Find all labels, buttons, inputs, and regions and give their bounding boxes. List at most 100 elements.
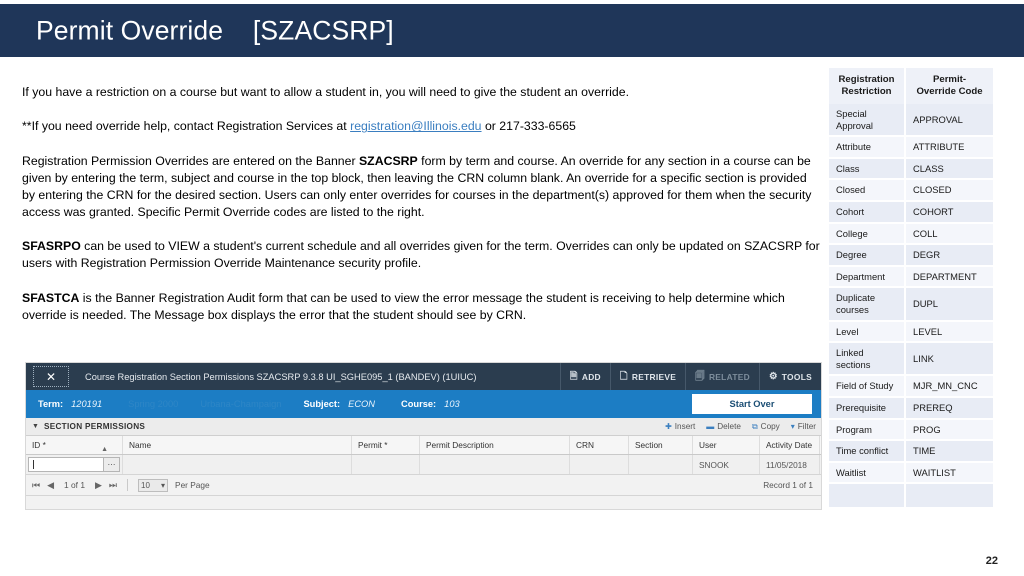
section-permissions-header[interactable]: ▼ SECTION PERMISSIONS ✚ Insert ▬ Delete … bbox=[26, 418, 821, 436]
grid-column-permit[interactable]: Permit * bbox=[352, 436, 420, 454]
table-header-row: Registration Restriction Permit- Overrid… bbox=[829, 68, 993, 104]
body-copy: If you have a restriction on a course bu… bbox=[22, 84, 822, 222]
table-row: College COLL bbox=[829, 222, 993, 246]
grid-column-section[interactable]: Section bbox=[629, 436, 693, 454]
grid-column-id[interactable]: ID * ▲ bbox=[26, 436, 123, 454]
per-page-select[interactable]: 10 ▾ bbox=[138, 478, 169, 492]
related-icon: 🗐 bbox=[695, 370, 705, 382]
per-page-value: 10 bbox=[141, 480, 150, 490]
column-header-code-line1: Permit- bbox=[932, 74, 967, 85]
gear-icon: ⚙ bbox=[768, 371, 778, 382]
cell-code: PREREQ bbox=[905, 396, 993, 420]
grid-column-name[interactable]: Name bbox=[123, 436, 352, 454]
id-input[interactable]: ⋯ bbox=[28, 457, 120, 472]
grid-pager: ⏮ ◀ 1 of 1 ▶ ⏭ 10 ▾ Per Page Record 1 of… bbox=[26, 475, 821, 496]
grid-column-crn[interactable]: CRN bbox=[570, 436, 629, 454]
course-value[interactable]: 103 bbox=[444, 399, 460, 409]
cell-code: WAITLIST bbox=[905, 461, 993, 485]
last-page-icon[interactable]: ⏭ bbox=[109, 480, 117, 491]
szacsrp-bold: SZACSRP bbox=[358, 153, 418, 168]
page-indicator: 1 of 1 bbox=[64, 480, 85, 490]
paragraph-overrides: Registration Permission Overrides are en… bbox=[22, 153, 822, 222]
grid-data-row[interactable]: ⋯ SNOOK 11/05/2018 bbox=[26, 455, 821, 475]
cell-restriction: Waitlist bbox=[829, 461, 906, 485]
grid-column-activity-date[interactable]: Activity Date bbox=[760, 436, 820, 454]
table-row: Degree DEGR bbox=[829, 244, 993, 267]
column-header-code-line2: Override Code bbox=[916, 85, 983, 97]
next-page-icon[interactable]: ▶ bbox=[95, 480, 102, 491]
grid-cell-user[interactable]: SNOOK bbox=[693, 455, 760, 474]
related-button[interactable]: 🗐 RELATED bbox=[685, 363, 759, 390]
table-row: Class CLASS bbox=[829, 157, 993, 181]
tools-button-label: TOOLS bbox=[781, 371, 812, 382]
grid-cell-id[interactable]: ⋯ bbox=[26, 455, 123, 474]
grid-cell-permit[interactable] bbox=[352, 455, 420, 474]
grid-cell-permit-description[interactable] bbox=[420, 455, 570, 474]
column-header-restriction: Registration Restriction bbox=[829, 68, 906, 104]
insert-icon: ✚ bbox=[665, 422, 672, 431]
cell-code: DEPARTMENT bbox=[905, 265, 993, 289]
cell-code: CLOSED bbox=[905, 179, 993, 202]
delete-button-label: Delete bbox=[717, 422, 741, 431]
term-value[interactable]: 120191 bbox=[71, 399, 102, 409]
table-row: Waitlist WAITLIST bbox=[829, 461, 993, 485]
cell-restriction: Program bbox=[829, 418, 906, 442]
retrieve-button-label: RETRIEVE bbox=[631, 371, 677, 382]
term-label: Term: bbox=[38, 399, 64, 409]
cell-code: DEGR bbox=[905, 244, 993, 267]
retrieve-button[interactable]: 🗋 RETRIEVE bbox=[609, 363, 685, 390]
cell-restriction: Degree bbox=[829, 244, 906, 267]
cell-code: MJR_MN_CNC bbox=[905, 375, 993, 398]
cell-code: PROG bbox=[905, 418, 993, 442]
filter-button[interactable]: ▾ Filter bbox=[791, 422, 816, 432]
lookup-ellipsis-icon[interactable]: ⋯ bbox=[103, 458, 119, 471]
cell-restriction: Level bbox=[829, 320, 906, 344]
grid-column-id-label: ID * bbox=[32, 440, 46, 450]
banner-window-title: Course Registration Section Permissions … bbox=[85, 371, 477, 382]
copy-button-label: Copy bbox=[760, 422, 780, 431]
table-row bbox=[829, 483, 993, 510]
paragraph-intro: If you have a restriction on a course bu… bbox=[22, 84, 822, 101]
banner-form-screenshot: ✕ Course Registration Section Permission… bbox=[26, 363, 821, 509]
table-row: Field of Study MJR_MN_CNC bbox=[829, 375, 993, 398]
paragraph-sfastca-text: is the Banner Registration Audit form th… bbox=[22, 291, 785, 323]
tools-button[interactable]: ⚙ TOOLS bbox=[758, 363, 821, 390]
add-button[interactable]: 🗎 ADD bbox=[559, 363, 610, 390]
subject-label: Subject: bbox=[303, 399, 341, 409]
copy-icon: ⧉ bbox=[751, 421, 758, 431]
grid-cell-activity-date[interactable]: 11/05/2018 bbox=[760, 455, 820, 474]
table-row: Closed CLOSED bbox=[829, 179, 993, 202]
cell-restriction: Linked sections bbox=[829, 342, 906, 377]
grid-cell-crn[interactable] bbox=[570, 455, 629, 474]
grid-cell-section[interactable] bbox=[629, 455, 693, 474]
cell-code: LEVEL bbox=[905, 320, 993, 344]
insert-button[interactable]: ✚ Insert bbox=[665, 422, 695, 432]
slide-number: 22 bbox=[985, 555, 998, 567]
cell-code: COLL bbox=[905, 222, 993, 246]
copy-button[interactable]: ⧉ Copy bbox=[752, 422, 780, 432]
close-icon[interactable]: ✕ bbox=[33, 366, 69, 387]
subject-value[interactable]: ECON bbox=[348, 399, 375, 409]
grid-column-permit-description[interactable]: Permit Description bbox=[420, 436, 570, 454]
chevron-down-icon: ▼ bbox=[32, 423, 39, 430]
registration-email-link[interactable]: registration@Illinois.edu bbox=[350, 119, 481, 133]
sort-ascending-icon: ▲ bbox=[101, 446, 108, 453]
grid-cell-name[interactable] bbox=[123, 455, 352, 474]
retrieve-icon: 🗋 bbox=[619, 370, 628, 382]
paragraph-sfasrpo: SFASRPO can be used to VIEW a student's … bbox=[22, 238, 822, 273]
paragraph-sfastca: SFASTCA is the Banner Registration Audit… bbox=[22, 290, 822, 325]
cell-code bbox=[905, 483, 993, 510]
banner-window-titlebar: ✕ Course Registration Section Permission… bbox=[26, 363, 821, 390]
delete-button[interactable]: ▬ Delete bbox=[706, 422, 741, 432]
paragraph-help-pre: **If you need override help, contact Reg… bbox=[22, 119, 351, 134]
start-over-button[interactable]: Start Over bbox=[692, 394, 812, 414]
course-label: Course: bbox=[401, 399, 437, 409]
first-page-icon[interactable]: ⏮ bbox=[32, 480, 40, 491]
paragraph-intro-text: If you have a restriction on a course bu… bbox=[22, 85, 630, 99]
paragraph-sfasrpo-text: can be used to VIEW a student's current … bbox=[22, 239, 820, 271]
previous-page-icon[interactable]: ◀ bbox=[47, 480, 54, 491]
grid-column-user[interactable]: User bbox=[693, 436, 760, 454]
table-row: Time conflict TIME bbox=[829, 440, 993, 463]
banner-action-buttons: 🗎 ADD 🗋 RETRIEVE 🗐 RELATED ⚙ TOOLS bbox=[559, 363, 821, 390]
sfasrpo-bold: SFASRPO bbox=[22, 239, 81, 253]
